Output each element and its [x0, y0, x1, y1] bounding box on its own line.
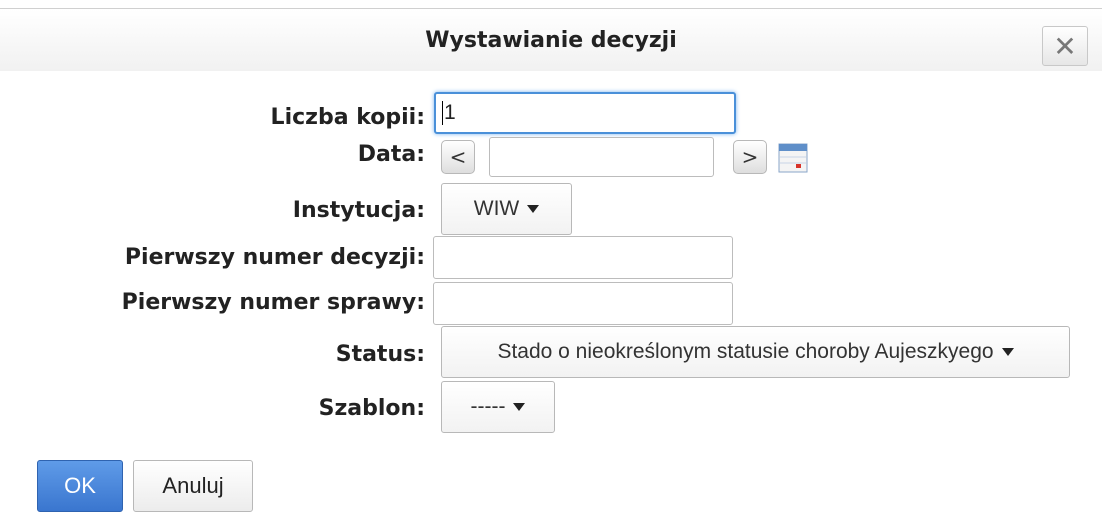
- date-next-button[interactable]: >: [733, 140, 767, 174]
- date-prev-button[interactable]: <: [441, 140, 475, 174]
- chevron-down-icon: [1001, 348, 1014, 356]
- case-number-label: Pierwszy numer sprawy:: [121, 290, 425, 315]
- calendar-icon[interactable]: [778, 143, 808, 173]
- copies-label: Liczba kopii:: [270, 105, 425, 130]
- close-button[interactable]: ✕: [1042, 26, 1088, 66]
- case-number-input[interactable]: [433, 282, 733, 325]
- text-caret: [442, 101, 443, 126]
- close-icon: ✕: [1053, 29, 1077, 63]
- decision-number-input[interactable]: [433, 236, 733, 279]
- institution-select[interactable]: WIW: [441, 183, 572, 235]
- copies-value: 1: [444, 101, 456, 124]
- template-select[interactable]: -----: [441, 381, 555, 433]
- status-select[interactable]: Stado o nieokreślonym statusie choroby A…: [441, 326, 1070, 378]
- cancel-button[interactable]: Anuluj: [133, 460, 253, 512]
- institution-value: WIW: [473, 197, 520, 220]
- template-value: -----: [470, 395, 506, 418]
- chevron-down-icon: [513, 403, 526, 411]
- status-label: Status:: [335, 342, 425, 367]
- copies-input[interactable]: 1: [434, 92, 736, 134]
- decision-number-label: Pierwszy numer decyzji:: [124, 245, 425, 270]
- template-label: Szablon:: [318, 396, 425, 421]
- chevron-down-icon: [527, 205, 540, 213]
- institution-label: Instytucja:: [292, 198, 425, 223]
- date-input[interactable]: [489, 137, 714, 177]
- date-label: Data:: [357, 142, 425, 167]
- status-value: Stado o nieokreślonym statusie choroby A…: [497, 340, 994, 363]
- dialog-title: Wystawianie decyzji: [425, 28, 677, 53]
- ok-button[interactable]: OK: [37, 460, 123, 512]
